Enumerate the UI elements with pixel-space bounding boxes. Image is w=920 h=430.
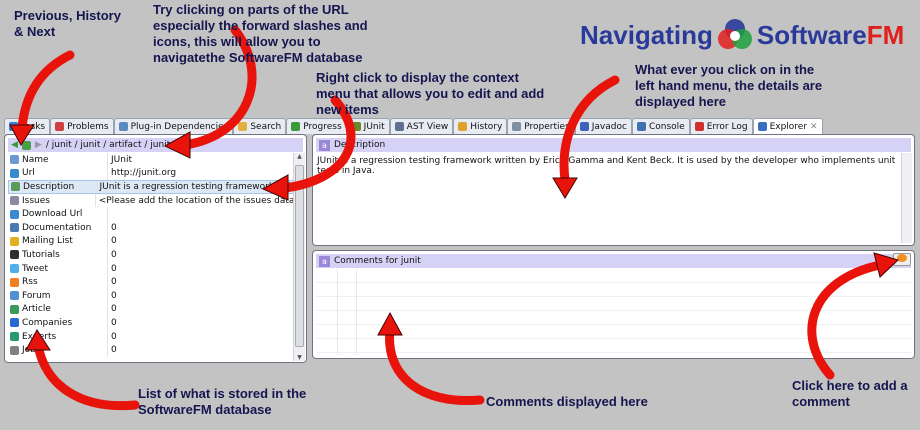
arrow-details — [559, 75, 620, 185]
annotation-list: List of what is stored in the SoftwareFM… — [138, 386, 307, 417]
annotation-details: What ever you click on in the left hand … — [635, 62, 823, 109]
arrow-list — [33, 340, 140, 411]
arrow-comments — [385, 325, 485, 406]
annotation-nav: Previous, History & Next — [14, 8, 121, 39]
annotation-comments: Comments displayed here — [486, 394, 648, 409]
annotation-add: Click here to add a comment — [792, 378, 908, 409]
arrow-add — [807, 260, 885, 380]
annotation-context: Right click to display the context menu … — [316, 70, 545, 117]
arrow-nav — [17, 50, 75, 133]
annotation-url: Try clicking on parts of the URL especia… — [153, 2, 368, 65]
